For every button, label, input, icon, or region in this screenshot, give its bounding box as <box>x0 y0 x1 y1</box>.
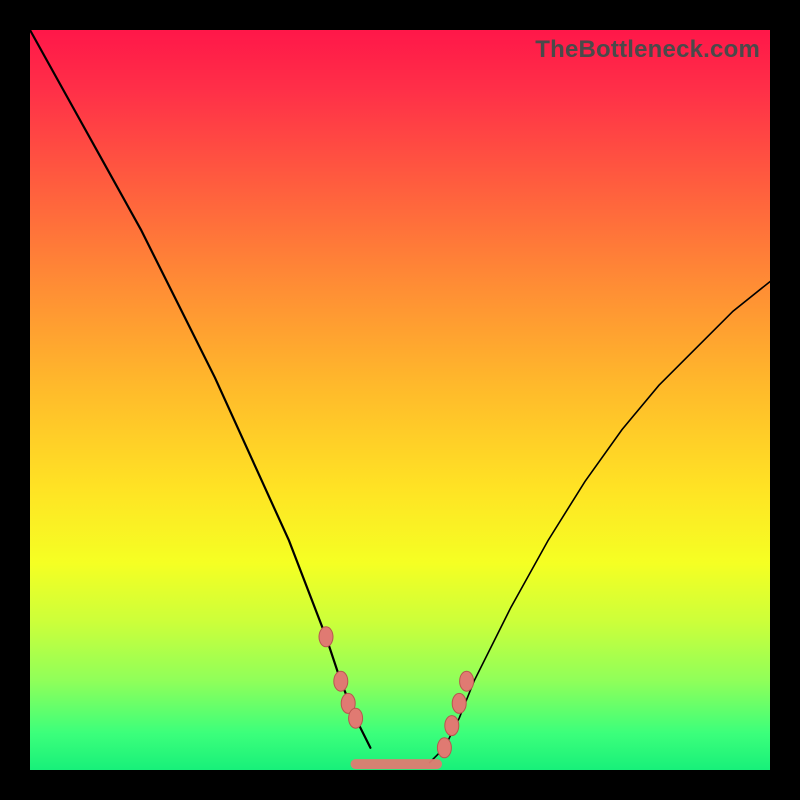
curve-marker <box>437 738 451 758</box>
curve-marker <box>460 671 474 691</box>
curve-layer <box>30 30 770 770</box>
curve-markers <box>319 627 474 758</box>
curve-marker <box>445 716 459 736</box>
chart-frame: TheBottleneck.com <box>0 0 800 800</box>
curve-marker <box>334 671 348 691</box>
bottleneck-curve-right <box>430 282 770 763</box>
curve-marker <box>349 708 363 728</box>
curve-marker <box>452 693 466 713</box>
plot-area: TheBottleneck.com <box>30 30 770 770</box>
curve-marker <box>319 627 333 647</box>
